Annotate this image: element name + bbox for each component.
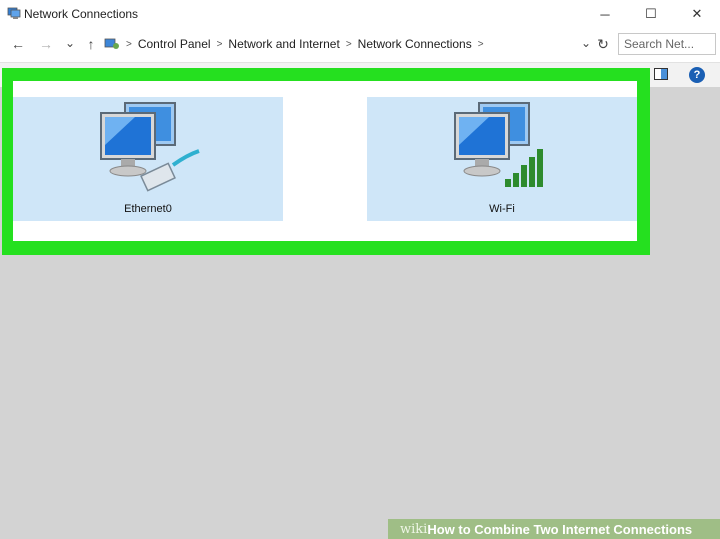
network-connections-icon bbox=[7, 7, 21, 19]
connection-name: Wi-Fi bbox=[489, 203, 515, 215]
wikihow-watermark: wiki How to Combine Two Internet Connect… bbox=[388, 519, 720, 539]
connections-list: Ethernet0 Wi-Fi bbox=[13, 81, 637, 241]
wifi-adapter-icon bbox=[454, 102, 543, 187]
window-title: Network Connections bbox=[24, 7, 139, 21]
address-bar: ← → ⌄ ↑ > Control Panel > Network and In… bbox=[0, 28, 720, 63]
connection-ethernet0[interactable]: Ethernet0 bbox=[13, 97, 283, 221]
breadcrumb-separator: > bbox=[345, 38, 352, 50]
breadcrumb-separator: > bbox=[216, 38, 223, 50]
help-icon[interactable]: ? bbox=[689, 67, 705, 83]
back-arrow-icon[interactable]: ← bbox=[9, 36, 27, 52]
connection-name: Ethernet0 bbox=[124, 203, 172, 215]
connection-wifi[interactable]: Wi-Fi bbox=[367, 97, 637, 221]
maximize-button[interactable]: ☐ bbox=[628, 0, 674, 28]
refresh-icon[interactable]: ↻ bbox=[594, 36, 612, 53]
breadcrumb-network-connections[interactable]: Network Connections bbox=[358, 37, 472, 51]
breadcrumb-separator: > bbox=[477, 38, 484, 50]
address-dropdown-icon[interactable]: ⌄ bbox=[577, 36, 595, 50]
watermark-how: How bbox=[427, 521, 455, 537]
breadcrumb-control-panel[interactable]: Control Panel bbox=[138, 37, 211, 51]
title-bar: Network Connections ─ ☐ ✕ bbox=[0, 0, 720, 28]
search-input[interactable]: Search Net... bbox=[618, 33, 716, 55]
close-button[interactable]: ✕ bbox=[674, 0, 720, 28]
ethernet-adapter-icon bbox=[100, 102, 200, 192]
minimize-button[interactable]: ─ bbox=[582, 0, 628, 28]
control-panel-icon bbox=[104, 38, 119, 49]
breadcrumb-separator: > bbox=[126, 38, 132, 50]
watermark-wiki: wiki bbox=[400, 521, 428, 537]
breadcrumb: > Control Panel > Network and Internet >… bbox=[104, 37, 484, 51]
watermark-title: to Combine Two Internet Connections bbox=[454, 521, 693, 537]
up-arrow-icon[interactable]: ↑ bbox=[82, 36, 100, 52]
forward-arrow-icon[interactable]: → bbox=[37, 36, 55, 52]
recent-locations-chevron-icon[interactable]: ⌄ bbox=[61, 36, 79, 50]
preview-pane-icon[interactable] bbox=[654, 68, 668, 80]
breadcrumb-network-and-internet[interactable]: Network and Internet bbox=[228, 37, 339, 51]
